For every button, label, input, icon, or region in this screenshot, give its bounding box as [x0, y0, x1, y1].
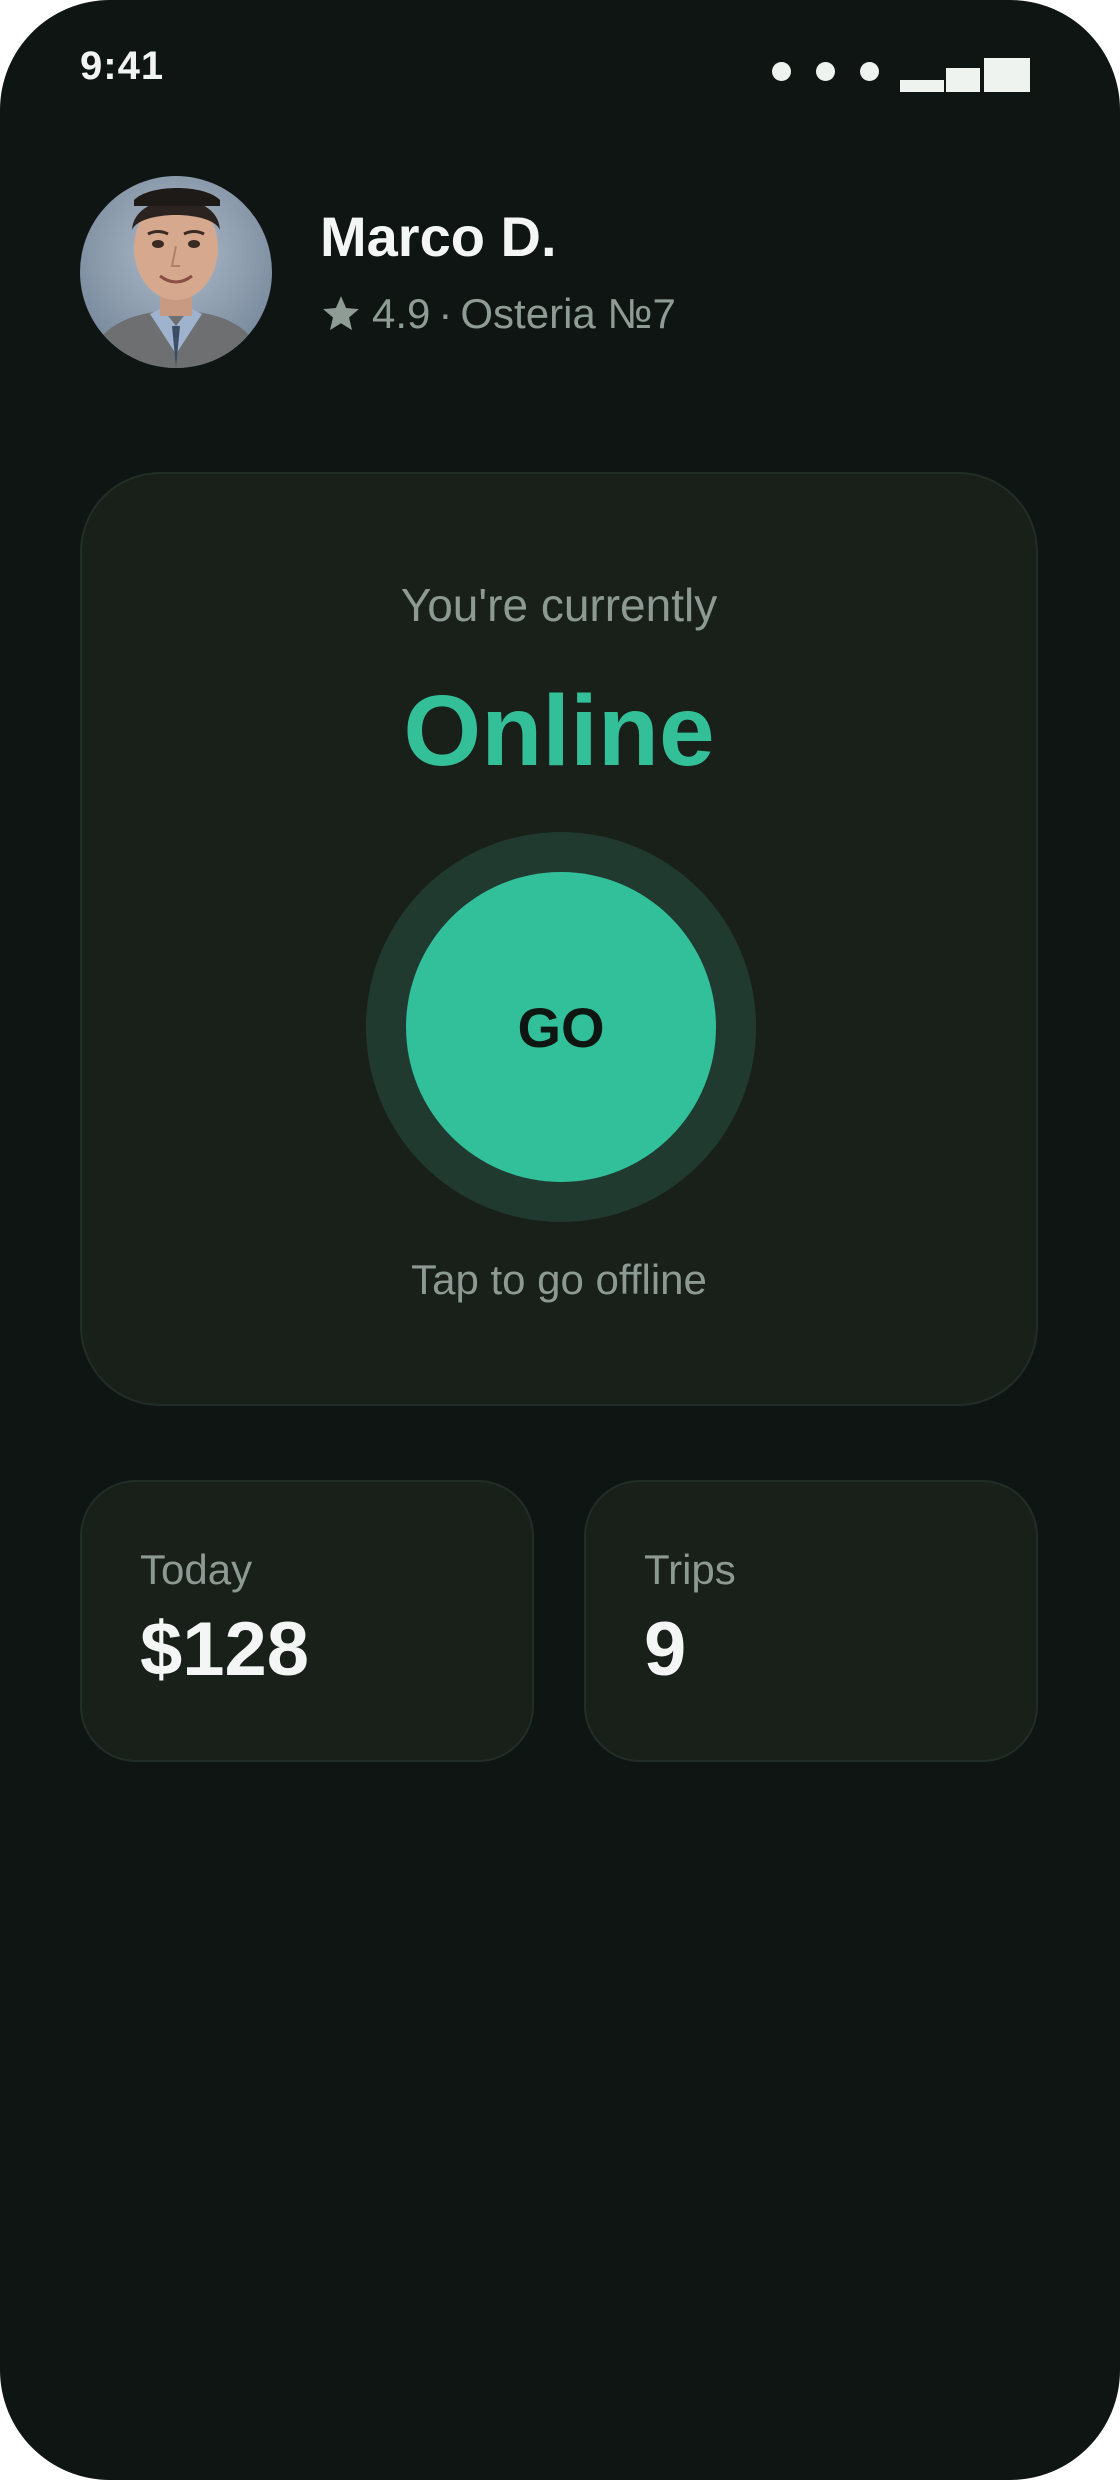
status-time: 9:41: [80, 44, 165, 88]
stat-value: $128: [140, 1607, 310, 1692]
stat-label: Today: [140, 1546, 253, 1593]
stat-value: 9: [644, 1607, 687, 1692]
go-button-ring: GO: [366, 832, 756, 1222]
rating-value: 4.9: [372, 290, 431, 337]
avatar-photo: [80, 176, 272, 368]
online-status: Online: [403, 675, 715, 787]
signal-icon: [900, 56, 1030, 92]
avatar[interactable]: [80, 176, 272, 368]
meta-separator: ·: [438, 290, 453, 337]
status-card: You're currently Online GO Tap to go off…: [80, 472, 1038, 1406]
phone-screen: 9:41 Marco D. 4.9 · Osteria №7 You're cu…: [0, 0, 1120, 2480]
go-button[interactable]: GO: [406, 872, 716, 1182]
profile-name: Marco D.: [320, 205, 557, 268]
stat-card-today[interactable]: Today $128: [80, 1480, 534, 1762]
profile-meta: 4.9 · Osteria №7: [320, 290, 676, 338]
status-hint: Tap to go offline: [411, 1256, 707, 1303]
stat-label: Trips: [644, 1546, 736, 1593]
stat-card-trips[interactable]: Trips 9: [584, 1480, 1038, 1762]
venue-name: Osteria №7: [460, 290, 676, 337]
status-bar: 9:41: [0, 0, 1120, 140]
status-label: You're currently: [400, 579, 718, 631]
star-icon: [323, 296, 359, 331]
